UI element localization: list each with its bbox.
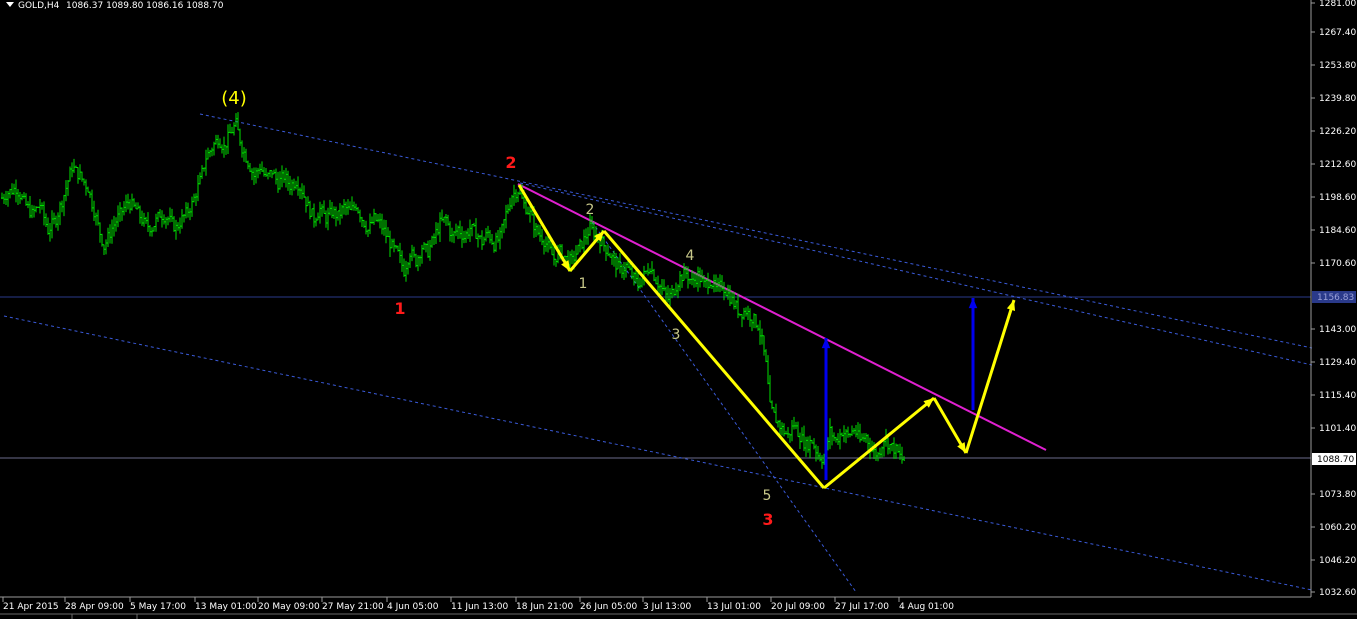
price-chart[interactable]: (4) 1 2 3 1 2 3 4 5 1281.00 1267.40 1253.80 1239.80… <box>0 0 1357 619</box>
y-tick-label: 1198.60 <box>1319 193 1356 203</box>
y-tick-label: 1226.20 <box>1319 127 1356 137</box>
y-tick-label: 1184.60 <box>1319 226 1356 236</box>
chart-ohlc: 1086.37 1089.80 1086.16 1088.70 <box>66 1 224 11</box>
chart-background <box>0 0 1357 619</box>
y-tick-label: 1073.80 <box>1319 490 1356 500</box>
x-tick-label: 28 Apr 09:00 <box>65 602 124 612</box>
x-tick-label: 3 Jul 13:00 <box>643 602 692 612</box>
chart-symbol: GOLD,H4 <box>18 1 60 11</box>
y-tick-label: 1239.80 <box>1319 94 1356 104</box>
x-tick-label: 26 Jun 05:00 <box>580 602 637 612</box>
x-tick-label: 27 May 21:00 <box>322 602 384 612</box>
x-tick-label: 18 Jun 21:00 <box>516 602 573 612</box>
x-tick-label: 11 Jun 13:00 <box>451 602 508 612</box>
x-tick-label: 5 May 17:00 <box>130 602 186 612</box>
x-tick-label: 27 Jul 17:00 <box>835 602 889 612</box>
y-tick-label: 1115.40 <box>1319 391 1356 401</box>
last-price-label: 1088.70 <box>1317 455 1354 465</box>
y-tick-label: 1253.80 <box>1319 61 1356 71</box>
y-tick-label: 1046.20 <box>1319 556 1356 566</box>
x-tick-label: 20 May 09:00 <box>258 602 320 612</box>
y-tick-label: 1060.20 <box>1319 523 1356 533</box>
wave-label-3-major: 3 <box>762 510 773 529</box>
x-tick-label: 13 Jul 01:00 <box>707 602 761 612</box>
wave-label-3-minor: 3 <box>672 327 681 343</box>
wave-label-4-major: (4) <box>221 88 247 109</box>
level-price-label: 1156.83 <box>1317 293 1354 303</box>
wave-label-2-major: 2 <box>505 153 516 172</box>
y-tick-label: 1212.60 <box>1319 160 1356 170</box>
wave-label-1-minor: 1 <box>579 276 588 292</box>
wave-label-5-minor: 5 <box>763 488 772 504</box>
wave-label-4-minor: 4 <box>686 248 695 264</box>
wave-label-1-major: 1 <box>394 299 405 318</box>
x-tick-label: 4 Jun 05:00 <box>387 602 439 612</box>
y-tick-label: 1170.60 <box>1319 259 1356 269</box>
x-tick-label: 21 Apr 2015 <box>3 602 59 612</box>
wave-label-2-minor: 2 <box>586 202 595 218</box>
y-tick-label: 1267.40 <box>1319 28 1356 38</box>
y-tick-label: 1101.40 <box>1319 424 1356 434</box>
x-tick-label: 4 Aug 01:00 <box>899 602 954 612</box>
y-tick-label: 1281.00 <box>1319 0 1356 9</box>
x-tick-label: 20 Jul 09:00 <box>771 602 825 612</box>
y-tick-label: 1032.60 <box>1319 588 1356 598</box>
chart-header: GOLD,H4 1086.37 1089.80 1086.16 1088.70 <box>6 1 224 11</box>
x-tick-label: 13 May 01:00 <box>195 602 257 612</box>
y-tick-label: 1143.00 <box>1319 325 1356 335</box>
y-tick-label: 1129.40 <box>1319 358 1356 368</box>
